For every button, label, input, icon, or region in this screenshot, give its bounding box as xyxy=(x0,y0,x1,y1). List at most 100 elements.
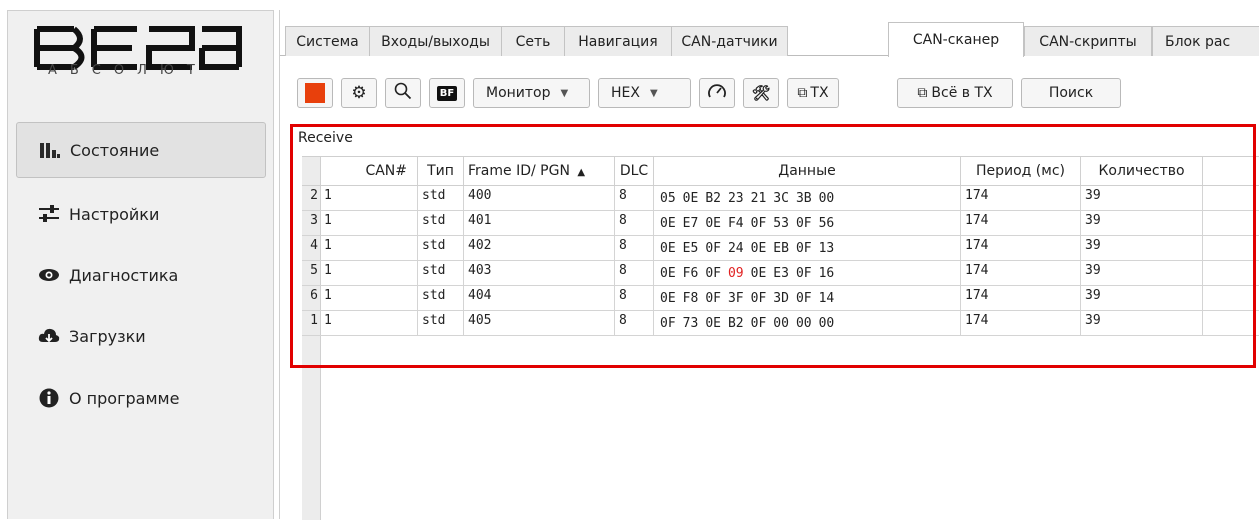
data-byte: F8 xyxy=(682,291,699,306)
cell-period: 174 xyxy=(961,286,1081,310)
tab-can-scripts[interactable]: CAN-скрипты xyxy=(1024,26,1152,56)
changed-byte: 09 xyxy=(727,266,744,281)
col-dlc[interactable]: DLC xyxy=(615,157,654,185)
settings-button[interactable]: ⚙ xyxy=(341,78,377,108)
sidebar-item-downloads[interactable]: Загрузки xyxy=(16,308,266,364)
cloud-download-icon xyxy=(37,326,61,346)
cell-period: 174 xyxy=(961,186,1081,210)
receive-label: Receive xyxy=(298,130,353,146)
data-byte: 0E xyxy=(682,191,699,206)
magnifier-icon xyxy=(394,82,412,104)
data-byte: F6 xyxy=(682,266,699,281)
cell-dlc: 8 xyxy=(615,286,654,310)
receive-table: CAN# Тип Frame ID/ PGN ▲ DLC Данные Пери… xyxy=(302,156,1259,520)
tab-network[interactable]: Сеть xyxy=(501,26,565,56)
cell-dlc: 8 xyxy=(615,211,654,235)
data-byte: 0F xyxy=(705,241,721,256)
table-row[interactable]: 6 1 std 404 8 0E F8 0F 3F 0F 3D 0F 14 174 39 xyxy=(302,286,1259,311)
cell-count: 39 xyxy=(1081,261,1203,285)
sidebar-item-settings[interactable]: Настройки xyxy=(16,186,266,242)
cell-count: 39 xyxy=(1081,286,1203,310)
tab-navigation[interactable]: Навигация xyxy=(564,26,672,56)
table-row[interactable]: 4 1 std 402 8 0E E5 0F 24 0E EB 0F 13 174 39 xyxy=(302,236,1259,261)
cell-frame-id: 403 xyxy=(464,261,615,285)
col-frame-id-label: Frame ID/ PGN xyxy=(468,163,570,179)
gears-icon: ⚙ xyxy=(351,82,367,103)
cell-frame-id: 404 xyxy=(464,286,615,310)
all-to-tx-button[interactable]: ⧉ Всё в TX xyxy=(897,78,1013,108)
sidebar-item-about[interactable]: О программе xyxy=(16,370,266,426)
col-frame-id[interactable]: Frame ID/ PGN ▲ xyxy=(464,157,615,185)
sidebar-item-diagnostics[interactable]: Диагностика xyxy=(16,247,266,303)
sidebar-item-label: Состояние xyxy=(70,140,160,160)
cell-dlc: 8 xyxy=(615,261,654,285)
cell-frame-id: 401 xyxy=(464,211,615,235)
col-count[interactable]: Количество xyxy=(1081,157,1203,185)
cell-data: 0F 73 0E B2 0F 00 00 00 xyxy=(654,311,961,335)
table-row[interactable]: 1 1 std 405 8 0F 73 0E B2 0F 00 00 00 174 39 xyxy=(302,311,1259,336)
cell-period: 174 xyxy=(961,261,1081,285)
bf-button[interactable]: BF xyxy=(429,78,465,108)
cell-period: 174 xyxy=(961,236,1081,260)
cell-frame-id: 405 xyxy=(464,311,615,335)
sidebar-item-label: Диагностика xyxy=(69,265,179,285)
data-byte: 05 xyxy=(660,191,676,206)
stop-button[interactable] xyxy=(297,78,333,108)
data-byte: 73 xyxy=(682,316,699,331)
table-header: CAN# Тип Frame ID/ PGN ▲ DLC Данные Пери… xyxy=(302,157,1259,186)
cell-dlc: 8 xyxy=(615,236,654,260)
col-type[interactable]: Тип xyxy=(418,157,464,185)
info-icon xyxy=(37,388,61,408)
cell-can: 1 xyxy=(320,261,418,285)
search-icon-button[interactable] xyxy=(385,78,421,108)
tab-power-block[interactable]: Блок рас xyxy=(1152,26,1259,56)
cell-dlc: 8 xyxy=(615,311,654,335)
search-button[interactable]: Поиск xyxy=(1021,78,1121,108)
data-byte: 00 xyxy=(818,316,835,331)
format-select[interactable]: HEX ▼ xyxy=(598,78,691,108)
sidebar-item-status[interactable]: Состояние xyxy=(16,122,266,178)
mode-select[interactable]: Монитор ▼ xyxy=(473,78,590,108)
table-row[interactable]: 5 1 std 403 8 0E F6 0F 09 0E E3 0F 16 174 39 xyxy=(302,261,1259,286)
data-byte: 0F xyxy=(795,241,812,256)
chevron-down-icon: ▼ xyxy=(560,87,569,99)
tab-can-scanner[interactable]: CAN-сканер xyxy=(888,22,1024,57)
row-number: 5 xyxy=(310,263,318,278)
tab-io[interactable]: Входы/выходы xyxy=(369,26,502,56)
cell-can: 1 xyxy=(320,311,418,335)
data-byte: B2 xyxy=(705,191,721,206)
all-to-tx-label: Всё в TX xyxy=(931,85,993,101)
cell-data: 0E E5 0F 24 0E EB 0F 13 xyxy=(654,236,961,260)
table-row[interactable]: 3 1 std 401 8 0E E7 0E F4 0F 53 0F 56 174 39 xyxy=(302,211,1259,236)
copy-icon: ⧉ xyxy=(797,85,808,101)
data-byte: 00 xyxy=(795,316,812,331)
tab-bar: Система Входы/выходы Сеть Навигация CAN-… xyxy=(280,22,1259,57)
row-number: 6 xyxy=(310,288,318,303)
data-byte: 0F xyxy=(795,266,812,281)
cell-frame-id: 400 xyxy=(464,186,615,210)
tab-system[interactable]: Система xyxy=(285,26,370,56)
col-period[interactable]: Период (мс) xyxy=(961,157,1081,185)
table-row[interactable]: 2 1 std 400 8 05 0E B2 23 21 3C 3B 00 174 39 xyxy=(302,186,1259,211)
col-can[interactable]: CAN# xyxy=(320,157,418,185)
sidebar: АБСОЛЮТ Состояние Настройки Диагностика … xyxy=(7,10,274,519)
row-number: 1 xyxy=(310,313,318,328)
speedometer-button[interactable] xyxy=(699,78,735,108)
stop-icon xyxy=(305,83,325,103)
data-byte: 0F xyxy=(750,316,767,331)
cell-count: 39 xyxy=(1081,236,1203,260)
data-byte: E5 xyxy=(682,241,699,256)
col-data[interactable]: Данные xyxy=(654,157,961,185)
data-byte: 0E xyxy=(750,241,767,256)
bar-chart-icon xyxy=(38,140,62,160)
tx-button[interactable]: ⧉ TX xyxy=(787,78,839,108)
data-byte: 56 xyxy=(818,216,835,231)
data-byte: 00 xyxy=(773,316,789,331)
copy-icon: ⧉ xyxy=(917,85,928,101)
tools-icon: 🛠 xyxy=(751,84,771,102)
row-number: 4 xyxy=(310,238,318,253)
tab-can-sensors[interactable]: CAN-датчики xyxy=(671,26,788,56)
data-byte: 3F xyxy=(727,291,744,306)
data-byte: 24 xyxy=(727,241,744,256)
tools-button[interactable]: 🛠 xyxy=(743,78,779,108)
